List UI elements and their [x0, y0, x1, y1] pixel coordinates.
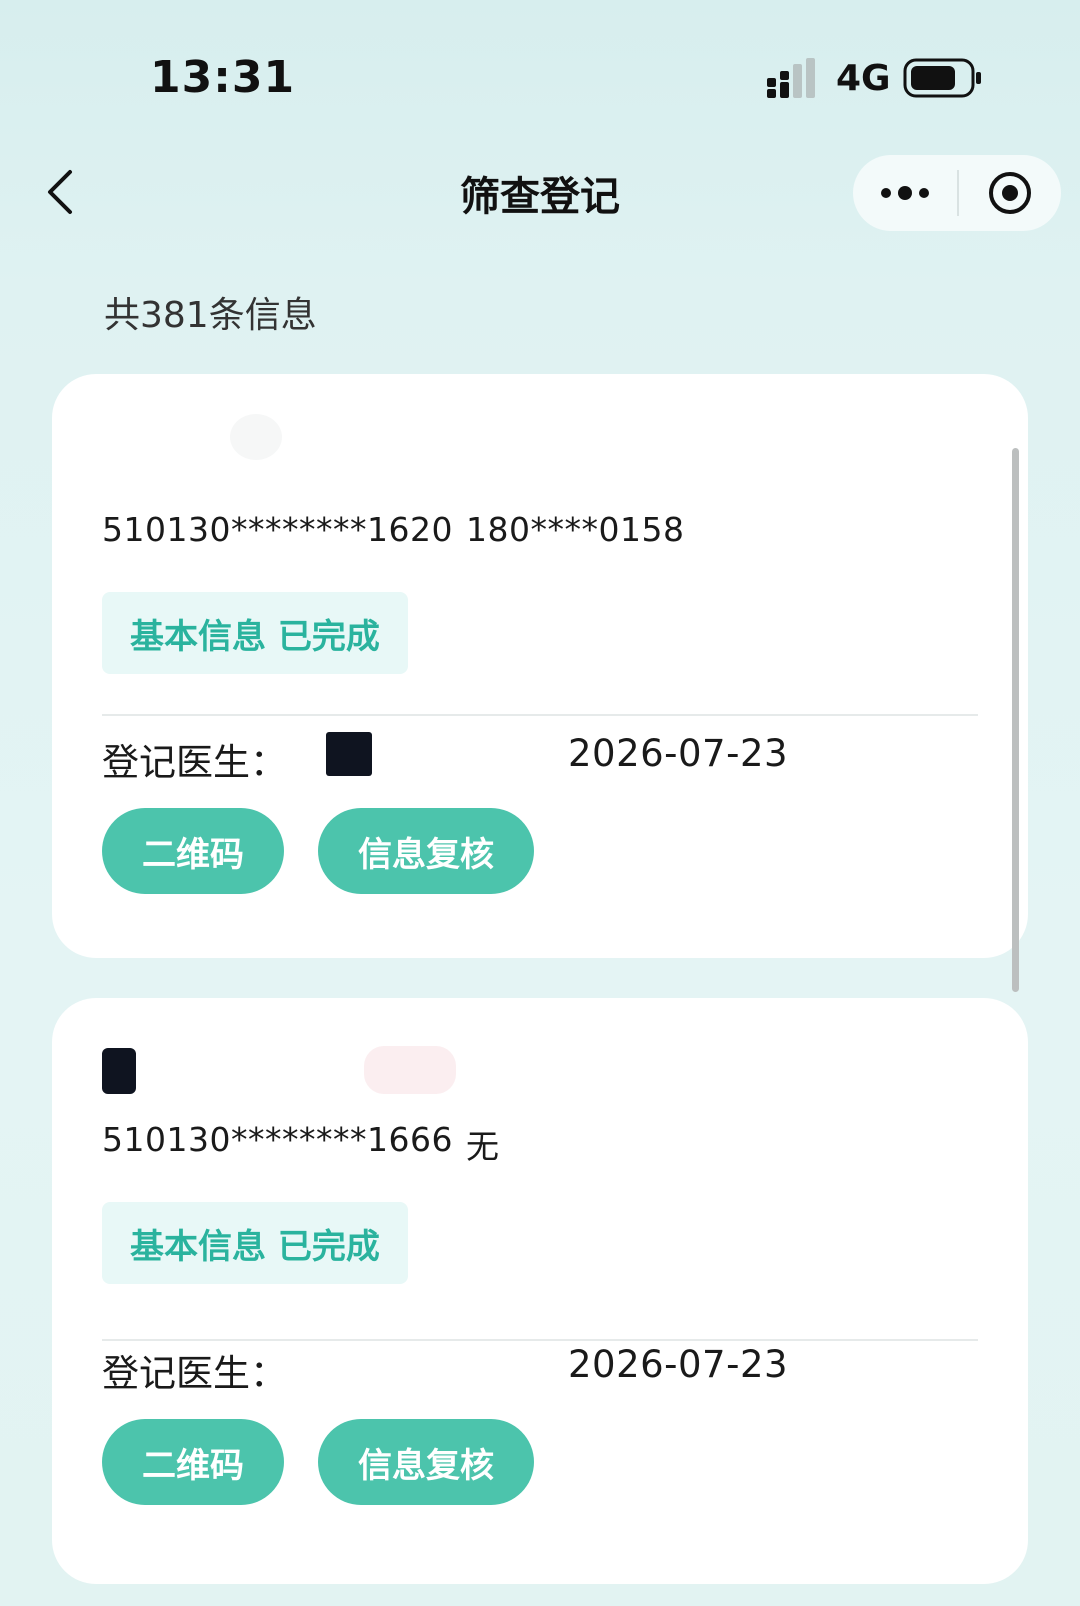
more-dots-icon	[881, 186, 929, 200]
qr-code-button[interactable]: 二维码	[102, 1419, 284, 1505]
signal-icon	[767, 58, 815, 98]
status-tag: 基本信息 已完成	[102, 592, 408, 674]
doctor-name-redacted	[326, 732, 372, 776]
network-label: 4G	[836, 58, 891, 99]
scrollbar[interactable]	[1012, 448, 1019, 992]
total-count: 共381条信息	[104, 295, 317, 336]
register-date: 2026-07-23	[568, 1343, 789, 1386]
name-redacted	[102, 414, 322, 460]
status-bar: 13:31 4G	[0, 0, 1080, 150]
record-card[interactable]: 510130********1666 无 基本信息 已完成 登记医生： 2026…	[52, 998, 1028, 1584]
doctor-label: 登记医生：	[102, 741, 287, 784]
status-tag: 基本信息 已完成	[102, 1202, 408, 1284]
info-review-button[interactable]: 信息复核	[318, 808, 534, 894]
status-time: 13:31	[150, 52, 296, 103]
id-number: 510130********1666	[102, 1120, 453, 1159]
close-button[interactable]	[959, 155, 1061, 231]
mini-program-capsule	[853, 155, 1061, 231]
name-redacted	[102, 1046, 502, 1094]
info-review-button[interactable]: 信息复核	[318, 1419, 534, 1505]
card-divider	[102, 1339, 978, 1341]
register-date: 2026-07-23	[568, 732, 789, 775]
battery-icon	[903, 58, 981, 98]
nav-bar: 筛查登记	[0, 150, 1080, 245]
phone-number: 180****0158	[466, 510, 685, 549]
id-number: 510130********1620	[102, 510, 453, 549]
qr-code-button[interactable]: 二维码	[102, 808, 284, 894]
doctor-label: 登记医生：	[102, 1352, 287, 1395]
phone-number: 无	[466, 1127, 500, 1166]
more-button[interactable]	[853, 155, 957, 231]
target-circle-icon	[989, 172, 1031, 214]
card-divider	[102, 714, 978, 716]
record-card[interactable]: 510130********1620 180****0158 基本信息 已完成 …	[52, 374, 1028, 958]
